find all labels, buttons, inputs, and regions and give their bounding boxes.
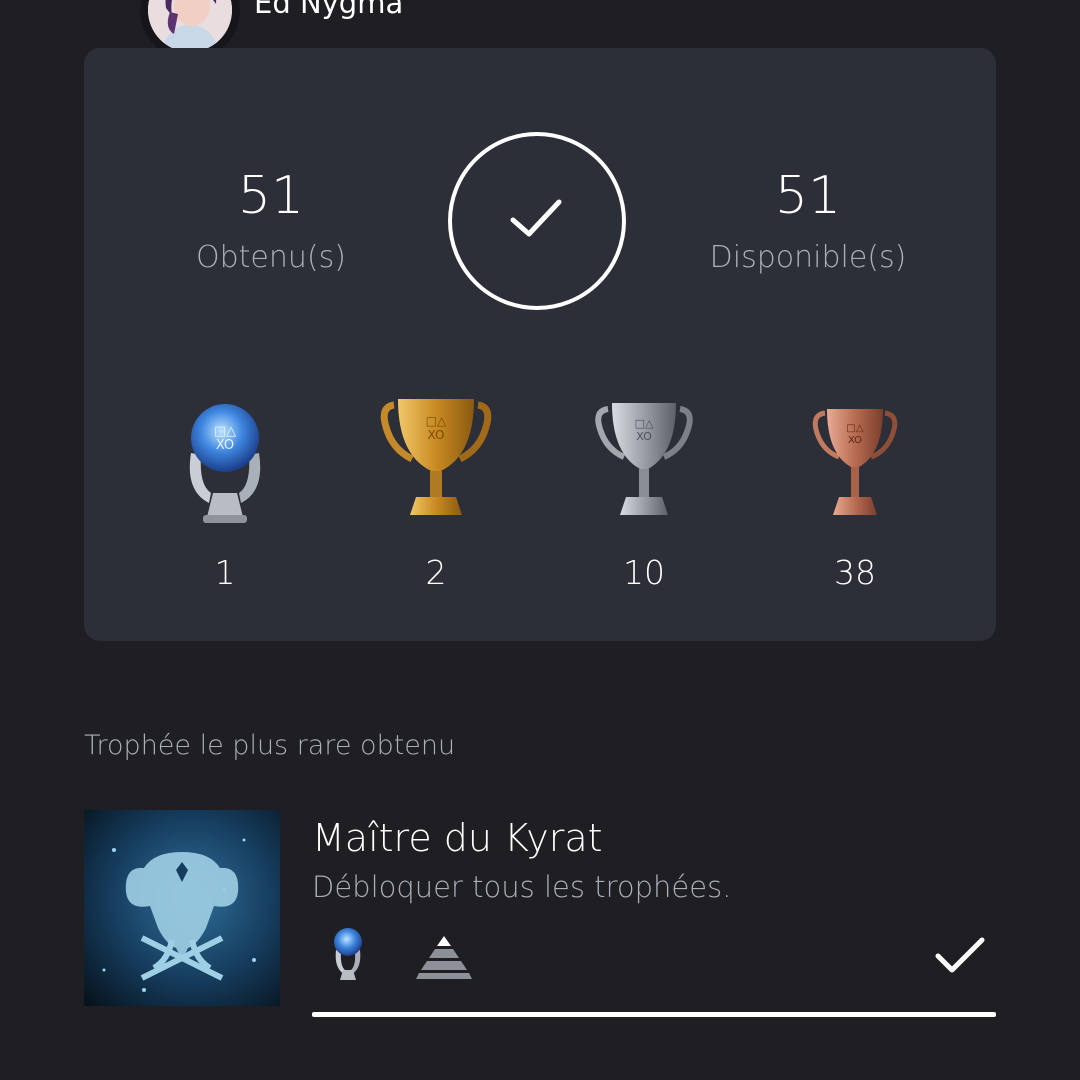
- silver-trophy[interactable]: □△ XO: [584, 393, 704, 528]
- svg-text:XO: XO: [636, 430, 652, 443]
- bronze-trophy-icon: □△ XO: [812, 409, 898, 515]
- rarest-trophy-progress-bar: [312, 1012, 996, 1017]
- available-count: 51: [774, 166, 842, 226]
- rarity-pyramid-icon: [416, 936, 472, 979]
- svg-text:XO: XO: [428, 428, 445, 442]
- rarest-trophy-image[interactable]: [84, 810, 280, 1006]
- svg-text:□△: □△: [214, 424, 236, 439]
- silver-trophy-icon: □△ XO: [595, 403, 693, 515]
- svg-text:XO: XO: [848, 435, 862, 446]
- svg-text:XO: XO: [216, 438, 234, 453]
- gold-count: 2: [425, 553, 447, 592]
- trophy-summary-card: 51 Obtenu(s) 51 Disponible(s) □△ XO 1 □△…: [84, 48, 996, 641]
- username: Ed Nygma: [254, 0, 404, 20]
- platinum-count: 1: [214, 553, 236, 592]
- check-icon: [510, 199, 562, 237]
- completion-circle: [448, 132, 626, 310]
- platinum-trophy-icon: □△ XO: [189, 404, 261, 523]
- available-label: Disponible(s): [709, 240, 907, 275]
- earned-label: Obtenu(s): [196, 240, 346, 275]
- platinum-trophy-icon: [334, 928, 362, 980]
- gold-trophy-icon: □△ XO: [380, 399, 492, 515]
- gold-trophy[interactable]: □△ XO: [376, 393, 496, 528]
- bronze-count: 38: [834, 553, 876, 592]
- svg-text:□△: □△: [426, 414, 447, 428]
- rarest-trophy-heading: Trophée le plus rare obtenu: [84, 730, 456, 761]
- earned-count: 51: [237, 166, 305, 226]
- check-icon: [935, 937, 985, 973]
- svg-text:□△: □△: [635, 417, 654, 430]
- platinum-trophy[interactable]: □△ XO: [165, 393, 285, 528]
- bronze-trophy[interactable]: □△ XO: [795, 393, 915, 528]
- svg-text:□△: □△: [846, 423, 863, 434]
- silver-count: 10: [623, 553, 665, 592]
- avatar: [148, 0, 232, 52]
- elephant-emblem-icon: [84, 810, 280, 1006]
- rarest-trophy-name: Maître du Kyrat: [312, 816, 603, 860]
- rarest-trophy-description: Débloquer tous les trophées.: [312, 870, 732, 904]
